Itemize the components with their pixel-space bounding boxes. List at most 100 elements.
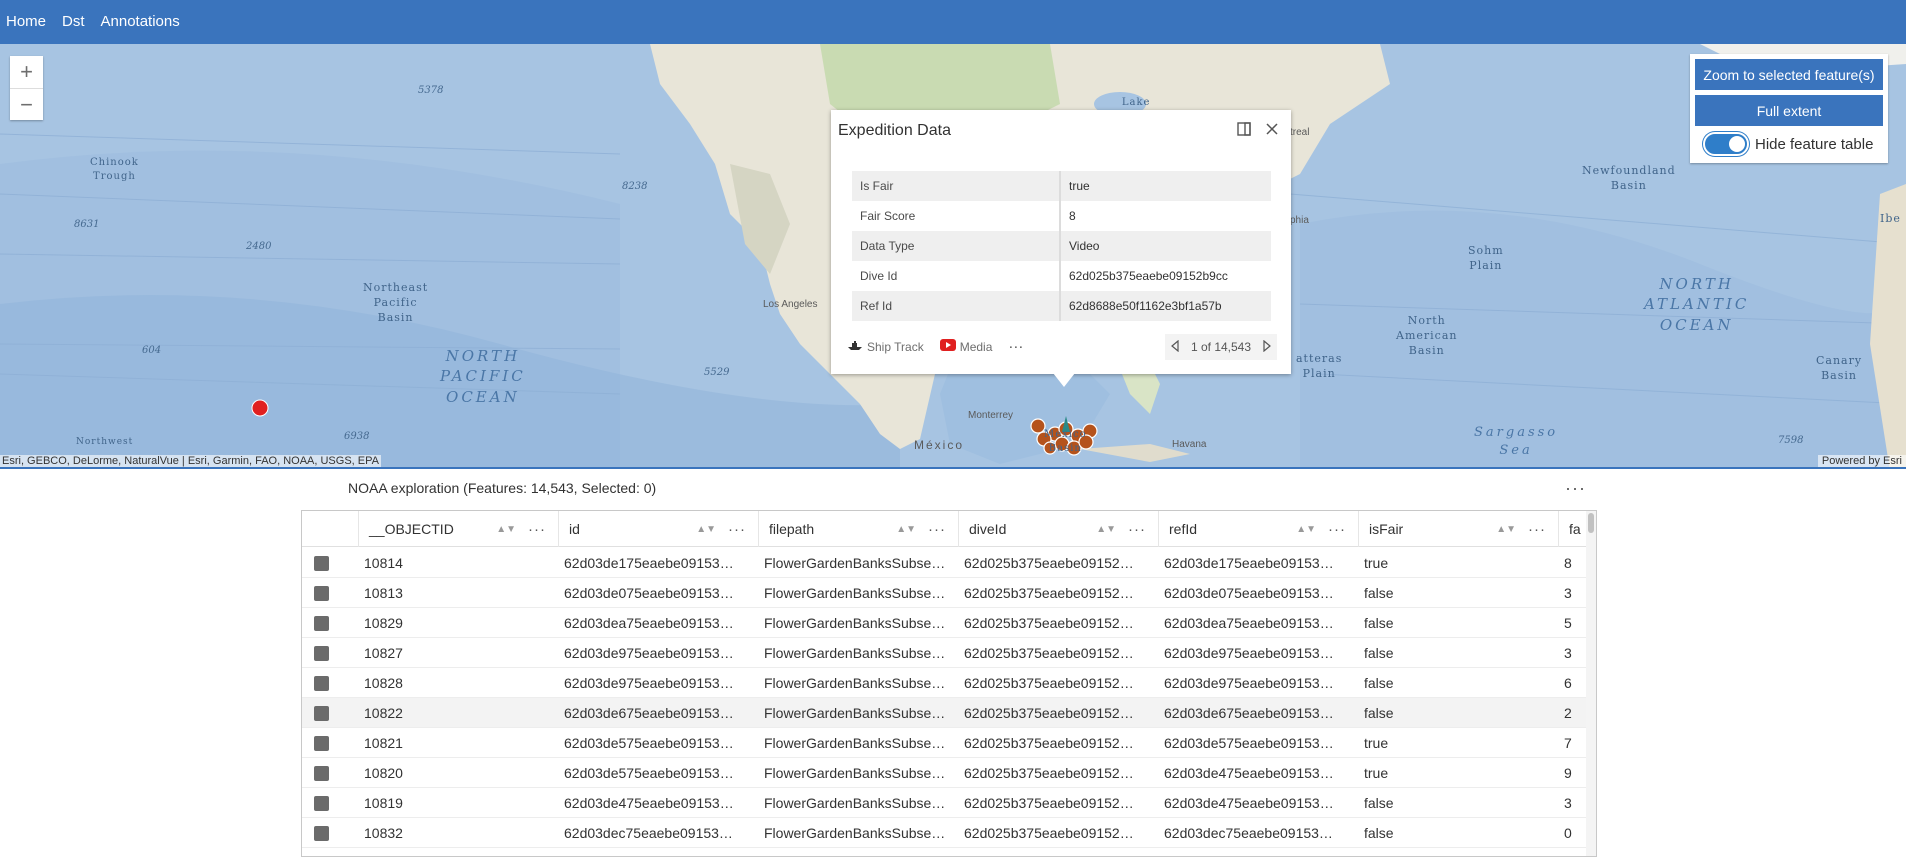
table-row[interactable]: 10829 62d03dea75eaebe09153… FlowerGardenBa… [302, 608, 1596, 638]
table-cell[interactable]: true [1358, 728, 1558, 758]
table-cell[interactable]: 62d025b375eaebe09152… [958, 608, 1158, 638]
scrollbar-thumb[interactable] [1588, 513, 1594, 533]
column-menu-icon[interactable]: ··· [728, 521, 746, 538]
table-cell[interactable]: false [1358, 638, 1558, 668]
table-cell[interactable]: 62d025b375eaebe09152… [958, 638, 1158, 668]
table-cell[interactable]: 62d025b375eaebe09152… [958, 698, 1158, 728]
nav-annotations[interactable]: Annotations [101, 13, 180, 30]
table-cell[interactable]: 10827 [358, 638, 558, 668]
table-row[interactable]: 10827 62d03de975eaebe09153… FlowerGardenBa… [302, 638, 1596, 668]
zoom-in-button[interactable]: + [10, 56, 43, 88]
column-menu-icon[interactable]: ··· [1328, 521, 1346, 538]
column-header-diveid[interactable]: diveId ▲▼ ··· [958, 511, 1158, 547]
table-cell[interactable]: 62d03de575eaebe09153… [558, 758, 758, 788]
table-cell[interactable]: FlowerGardenBanksSubse… [758, 638, 958, 668]
table-row[interactable]: 10820 62d03de575eaebe09153… FlowerGardenBa… [302, 758, 1596, 788]
table-cell[interactable]: 10832 [358, 818, 558, 848]
table-cell[interactable]: true [1358, 758, 1558, 788]
row-select-checkbox[interactable] [314, 646, 329, 661]
sort-icon[interactable]: ▲▼ [1296, 524, 1316, 535]
table-cell[interactable]: 62d03de975eaebe09153… [1158, 638, 1358, 668]
table-cell[interactable]: 10829 [358, 608, 558, 638]
column-menu-icon[interactable]: ··· [528, 521, 546, 538]
zoom-to-selected-button[interactable]: Zoom to selected feature(s) [1695, 59, 1883, 90]
table-row[interactable]: 10819 62d03de475eaebe09153… FlowerGardenBa… [302, 788, 1596, 818]
row-select-checkbox[interactable] [314, 736, 329, 751]
table-cell[interactable]: FlowerGardenBanksSubse… [758, 548, 958, 578]
table-cell[interactable]: 62d025b375eaebe09152… [958, 788, 1158, 818]
table-cell[interactable]: FlowerGardenBanksSubse… [758, 578, 958, 608]
row-select-checkbox[interactable] [314, 706, 329, 721]
row-select-checkbox[interactable] [314, 676, 329, 691]
table-cell[interactable]: 62d03dea75eaebe09153… [1158, 608, 1358, 638]
table-row[interactable]: 10822 62d03de675eaebe09153… FlowerGardenBa… [302, 698, 1596, 728]
map-attribution[interactable]: Esri, GEBCO, DeLorme, NaturalVue | Esri,… [0, 455, 381, 467]
next-feature-icon[interactable] [1263, 339, 1271, 355]
table-cell[interactable]: FlowerGardenBanksSubse… [758, 668, 958, 698]
more-actions-button[interactable]: ··· [1008, 338, 1023, 355]
table-row[interactable]: 10832 62d03dec75eaebe09153… FlowerGardenBa… [302, 818, 1596, 848]
table-cell[interactable]: true [1358, 548, 1558, 578]
table-cell[interactable]: 10821 [358, 728, 558, 758]
table-row[interactable]: 10813 62d03de075eaebe09153… FlowerGardenBa… [302, 578, 1596, 608]
table-cell[interactable]: 62d03de575eaebe09153… [1158, 728, 1358, 758]
table-cell[interactable]: 62d03de175eaebe09153… [1158, 548, 1358, 578]
table-cell[interactable]: 62d025b375eaebe09152… [958, 758, 1158, 788]
column-header-objectid[interactable]: __OBJECTID ▲▼ ··· [358, 511, 558, 547]
row-select-checkbox[interactable] [314, 556, 329, 571]
table-cell[interactable]: false [1358, 608, 1558, 638]
row-select-checkbox[interactable] [314, 766, 329, 781]
table-cell[interactable]: 62d025b375eaebe09152… [958, 578, 1158, 608]
previous-feature-icon[interactable] [1171, 339, 1179, 355]
table-cell[interactable]: 62d03dea75eaebe09153… [558, 608, 758, 638]
table-cell[interactable]: 10814 [358, 548, 558, 578]
table-cell[interactable]: 10828 [358, 668, 558, 698]
table-cell[interactable]: 62d025b375eaebe09152… [958, 548, 1158, 578]
table-cell[interactable]: FlowerGardenBanksSubse… [758, 818, 958, 848]
table-cell[interactable]: false [1358, 578, 1558, 608]
table-cell[interactable]: FlowerGardenBanksSubse… [758, 758, 958, 788]
table-cell[interactable]: FlowerGardenBanksSubse… [758, 788, 958, 818]
table-row[interactable]: 10821 62d03de575eaebe09153… FlowerGardenBa… [302, 728, 1596, 758]
ship-track-action[interactable]: Ship Track [847, 340, 924, 354]
column-header-filepath[interactable]: filepath ▲▼ ··· [758, 511, 958, 547]
table-cell[interactable]: 10820 [358, 758, 558, 788]
full-extent-button[interactable]: Full extent [1695, 95, 1883, 126]
column-menu-icon[interactable]: ··· [1528, 521, 1546, 538]
hide-feature-table-toggle[interactable] [1703, 132, 1749, 156]
table-cell[interactable]: 62d03de975eaebe09153… [1158, 668, 1358, 698]
table-cell[interactable]: 62d03de675eaebe09153… [558, 698, 758, 728]
sort-icon[interactable]: ▲▼ [696, 524, 716, 535]
row-select-checkbox[interactable] [314, 796, 329, 811]
table-cell[interactable]: 62d03de475eaebe09153… [558, 788, 758, 818]
sort-icon[interactable]: ▲▼ [496, 524, 516, 535]
table-cell[interactable]: 10813 [358, 578, 558, 608]
table-cell[interactable]: false [1358, 818, 1558, 848]
column-header-refid[interactable]: refId ▲▼ ··· [1158, 511, 1358, 547]
feature-table-menu-button[interactable]: ··· [1565, 478, 1586, 499]
column-header-isfair[interactable]: isFair ▲▼ ··· [1358, 511, 1558, 547]
table-cell[interactable]: 62d03dec75eaebe09153… [558, 818, 758, 848]
table-row[interactable]: 10828 62d03de975eaebe09153… FlowerGardenBa… [302, 668, 1596, 698]
table-cell[interactable]: 62d03dec75eaebe09153… [1158, 818, 1358, 848]
column-menu-icon[interactable]: ··· [928, 521, 946, 538]
table-cell[interactable]: false [1358, 668, 1558, 698]
sort-icon[interactable]: ▲▼ [1096, 524, 1116, 535]
column-header-id[interactable]: id ▲▼ ··· [558, 511, 758, 547]
nav-dst[interactable]: Dst [62, 13, 85, 30]
table-cell[interactable]: 62d03de475eaebe09153… [1158, 758, 1358, 788]
row-select-checkbox[interactable] [314, 586, 329, 601]
close-icon[interactable] [1265, 120, 1279, 141]
table-cell[interactable]: FlowerGardenBanksSubse… [758, 728, 958, 758]
table-cell[interactable]: 62d03de975eaebe09153… [558, 668, 758, 698]
table-cell[interactable]: 10819 [358, 788, 558, 818]
table-cell[interactable]: false [1358, 698, 1558, 728]
table-cell[interactable]: 62d03de075eaebe09153… [1158, 578, 1358, 608]
table-cell[interactable]: false [1358, 788, 1558, 818]
table-cell[interactable]: 62d025b375eaebe09152… [958, 668, 1158, 698]
table-cell[interactable]: 62d03de475eaebe09153… [1158, 788, 1358, 818]
table-row[interactable]: 10814 62d03de175eaebe09153… FlowerGardenBa… [302, 548, 1596, 578]
table-cell[interactable]: FlowerGardenBanksSubse… [758, 698, 958, 728]
table-cell[interactable]: FlowerGardenBanksSubse… [758, 608, 958, 638]
table-scrollbar[interactable] [1586, 511, 1596, 856]
